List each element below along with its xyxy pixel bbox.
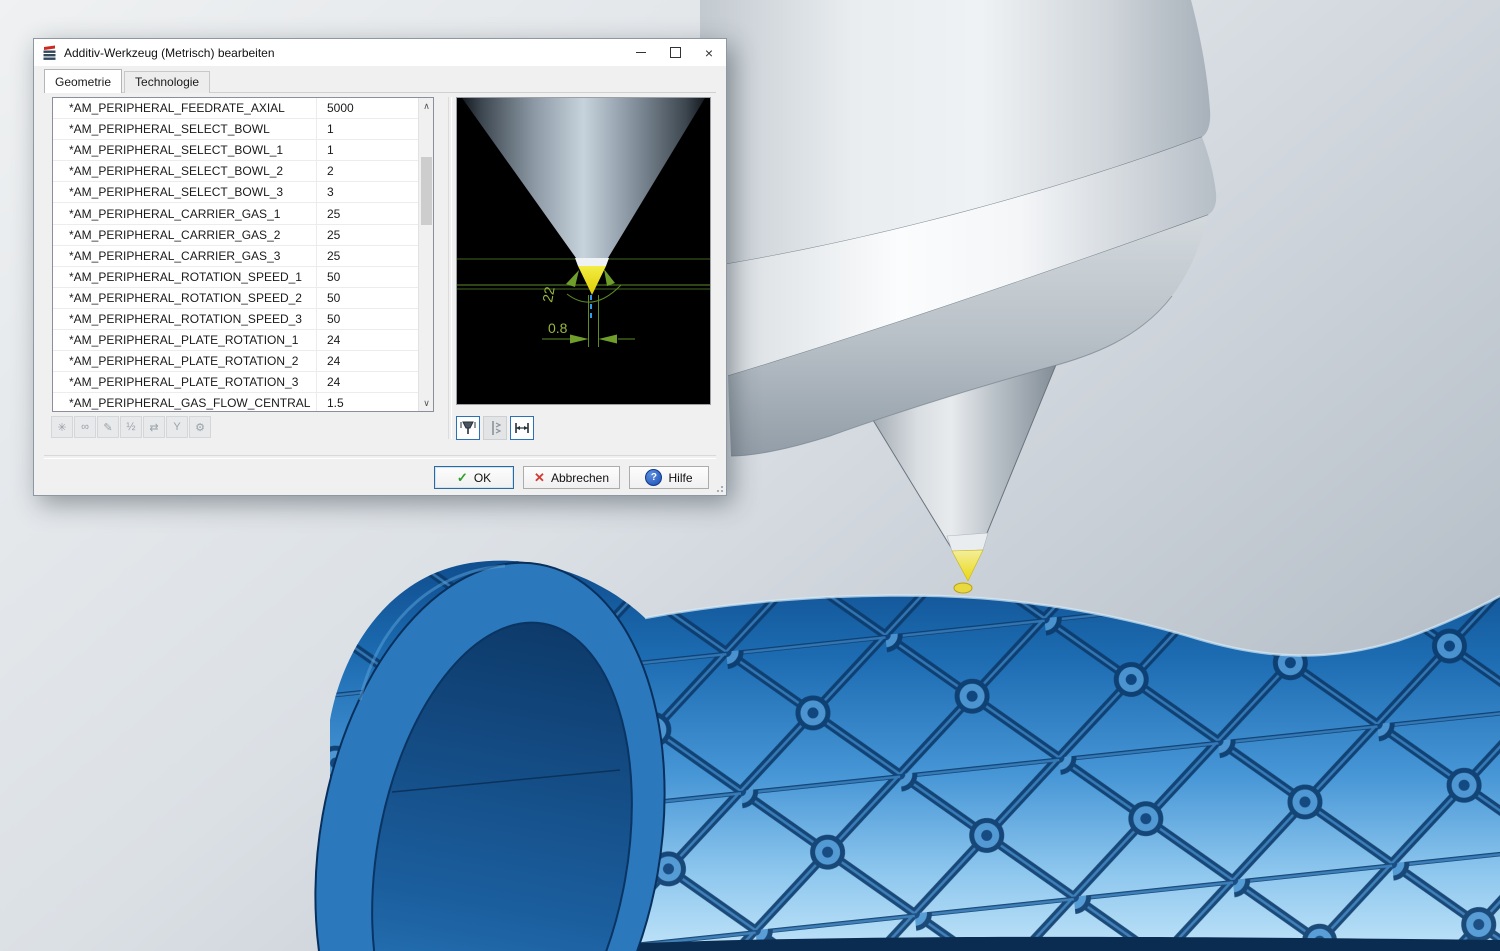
question-icon: ? (645, 469, 662, 486)
help-button-label: Hilfe (668, 471, 692, 485)
check-icon: ✓ (457, 470, 468, 486)
table-row[interactable]: *AM_PERIPHERAL_PLATE_ROTATION_2 24 (53, 351, 418, 372)
parameter-value-cell: 1 (317, 143, 418, 157)
tool-dimensions-icon (459, 419, 477, 437)
dialog-titlebar[interactable]: Additiv-Werkzeug (Metrisch) bearbeiten × (34, 39, 726, 66)
cancel-button-label: Abbrechen (551, 471, 609, 485)
close-button[interactable]: × (692, 39, 726, 66)
button-separator (44, 455, 716, 459)
parameter-name-cell: *AM_PERIPHERAL_PLATE_ROTATION_3 (53, 372, 317, 392)
minimize-button[interactable] (624, 39, 658, 66)
parameter-rows: *AM_PERIPHERAL_FEEDRATE_AXIAL 5000 *AM_P… (53, 98, 418, 412)
table-row[interactable]: *AM_PERIPHERAL_CARRIER_GAS_1 25 (53, 203, 418, 224)
preview-collar (575, 258, 609, 266)
table-row[interactable]: *AM_PERIPHERAL_CARRIER_GAS_3 25 (53, 246, 418, 267)
additive-tool-dialog: Additiv-Werkzeug (Metrisch) bearbeiten ×… (33, 38, 727, 496)
table-row[interactable]: *AM_PERIPHERAL_SELECT_BOWL_1 1 (53, 140, 418, 161)
parameter-name-cell: *AM_PERIPHERAL_CARRIER_GAS_1 (53, 203, 317, 223)
measure-width-icon (513, 419, 531, 437)
dialog-title: Additiv-Werkzeug (Metrisch) bearbeiten (64, 46, 275, 60)
table-row[interactable]: *AM_PERIPHERAL_ROTATION_SPEED_2 50 (53, 288, 418, 309)
preview-angle-label: 22 (539, 285, 557, 303)
parameter-name-cell: *AM_PERIPHERAL_PLATE_ROTATION_1 (53, 330, 317, 350)
parameter-value-cell: 24 (317, 354, 418, 368)
maximize-icon (670, 47, 681, 58)
parameter-name-cell: *AM_PERIPHERAL_SELECT_BOWL_1 (53, 140, 317, 160)
table-row[interactable]: *AM_PERIPHERAL_PLATE_ROTATION_1 24 (53, 330, 418, 351)
filter-icon[interactable]: Y (166, 416, 188, 438)
tool-axis-icon (486, 419, 504, 437)
table-row[interactable]: *AM_PERIPHERAL_ROTATION_SPEED_3 50 (53, 309, 418, 330)
table-row[interactable]: *AM_PERIPHERAL_SELECT_BOWL_2 2 (53, 161, 418, 182)
parameter-value-cell: 24 (317, 333, 418, 347)
parameter-value-cell: 1.5 (317, 396, 418, 410)
application-viewport: Additiv-Werkzeug (Metrisch) bearbeiten ×… (0, 0, 1500, 951)
swap-icon[interactable]: ⇄ (143, 416, 165, 438)
maximize-button[interactable] (658, 39, 692, 66)
scroll-down-arrow[interactable]: ∨ (419, 395, 434, 411)
parameter-name-cell: *AM_PERIPHERAL_PLATE_ROTATION_2 (53, 351, 317, 371)
parameter-name-cell: *AM_PERIPHERAL_FEEDRATE_AXIAL (53, 98, 317, 118)
parameter-value-cell: 3 (317, 185, 418, 199)
wrench-icon[interactable]: ⚙ (189, 416, 211, 438)
cancel-button[interactable]: ✕ Abbrechen (523, 466, 620, 489)
preview-width-label: 0.8 (548, 320, 568, 336)
parameter-value-cell: 50 (317, 291, 418, 305)
scroll-up-arrow[interactable]: ∧ (419, 98, 434, 114)
ok-button[interactable]: ✓ OK (434, 466, 514, 489)
tab-geometrie[interactable]: Geometrie (44, 69, 122, 93)
parameter-value-cell: 50 (317, 270, 418, 284)
parameter-name-cell: *AM_PERIPHERAL_ROTATION_SPEED_2 (53, 288, 317, 308)
edit-tool-icon[interactable]: ✎ (97, 416, 119, 438)
table-row[interactable]: *AM_PERIPHERAL_GAS_FLOW_CENTRAL 1.5 (53, 393, 418, 412)
vertical-scrollbar[interactable]: ∧ ∨ (418, 98, 433, 411)
parameter-name-cell: *AM_PERIPHERAL_CARRIER_GAS_3 (53, 246, 317, 266)
table-row[interactable]: *AM_PERIPHERAL_FEEDRATE_AXIAL 5000 (53, 98, 418, 119)
parameter-value-cell: 50 (317, 312, 418, 326)
parameter-table[interactable]: *AM_PERIPHERAL_FEEDRATE_AXIAL 5000 *AM_P… (52, 97, 434, 412)
table-row[interactable]: *AM_PERIPHERAL_SELECT_BOWL 1 (53, 119, 418, 140)
parameter-value-cell: 25 (317, 249, 418, 263)
table-row[interactable]: *AM_PERIPHERAL_CARRIER_GAS_2 25 (53, 225, 418, 246)
resize-grip[interactable] (713, 482, 723, 492)
tool-preview-panel: 0.8 22 (456, 97, 711, 405)
parameter-value-cell: 5000 (317, 101, 418, 115)
help-button[interactable]: ? Hilfe (629, 466, 709, 489)
show-tool-dimensions-button[interactable] (456, 416, 480, 440)
parameter-name-cell: *AM_PERIPHERAL_ROTATION_SPEED_3 (53, 309, 317, 329)
parameter-name-cell: *AM_PERIPHERAL_ROTATION_SPEED_1 (53, 267, 317, 287)
parameter-name-cell: *AM_PERIPHERAL_CARRIER_GAS_2 (53, 225, 317, 245)
deposit-blob (954, 583, 972, 593)
parameter-value-cell: 1 (317, 122, 418, 136)
additive-tool-icon (42, 45, 58, 61)
preview-toolbar (456, 416, 534, 440)
parameter-value-cell: 2 (317, 164, 418, 178)
scrollbar-thumb[interactable] (421, 157, 432, 225)
parameter-name-cell: *AM_PERIPHERAL_SELECT_BOWL_2 (53, 161, 317, 181)
parameter-value-cell: 24 (317, 375, 418, 389)
panel-divider (448, 97, 452, 439)
parameter-name-cell: *AM_PERIPHERAL_GAS_FLOW_CENTRAL (53, 393, 317, 412)
table-row[interactable]: *AM_PERIPHERAL_SELECT_BOWL_3 3 (53, 182, 418, 203)
minimize-icon (636, 52, 646, 53)
cross-icon: ✕ (534, 470, 545, 486)
table-row[interactable]: *AM_PERIPHERAL_PLATE_ROTATION_3 24 (53, 372, 418, 393)
numbering-icon[interactable]: ½ (120, 416, 142, 438)
parameter-value-cell: 25 (317, 207, 418, 221)
table-row[interactable]: *AM_PERIPHERAL_ROTATION_SPEED_1 50 (53, 267, 418, 288)
show-tool-axis-button[interactable] (483, 416, 507, 440)
tab-technologie[interactable]: Technologie (124, 71, 210, 93)
dialog-buttons: ✓ OK ✕ Abbrechen ? Hilfe (34, 466, 709, 489)
parameter-name-cell: *AM_PERIPHERAL_SELECT_BOWL (53, 119, 317, 139)
tab-strip: Geometrie Technologie (44, 72, 716, 93)
close-icon: × (705, 46, 713, 60)
link-icon[interactable]: ∞ (74, 416, 96, 438)
measure-width-button[interactable] (510, 416, 534, 440)
list-toolbar: ✳ ∞ ✎ ½ ⇄ Y ⚙ (51, 416, 211, 438)
ok-button-label: OK (474, 471, 491, 485)
nozzle-silver-ring (947, 533, 988, 551)
parameter-name-cell: *AM_PERIPHERAL_SELECT_BOWL_3 (53, 182, 317, 202)
scatter-icon[interactable]: ✳ (51, 416, 73, 438)
parameter-value-cell: 25 (317, 228, 418, 242)
